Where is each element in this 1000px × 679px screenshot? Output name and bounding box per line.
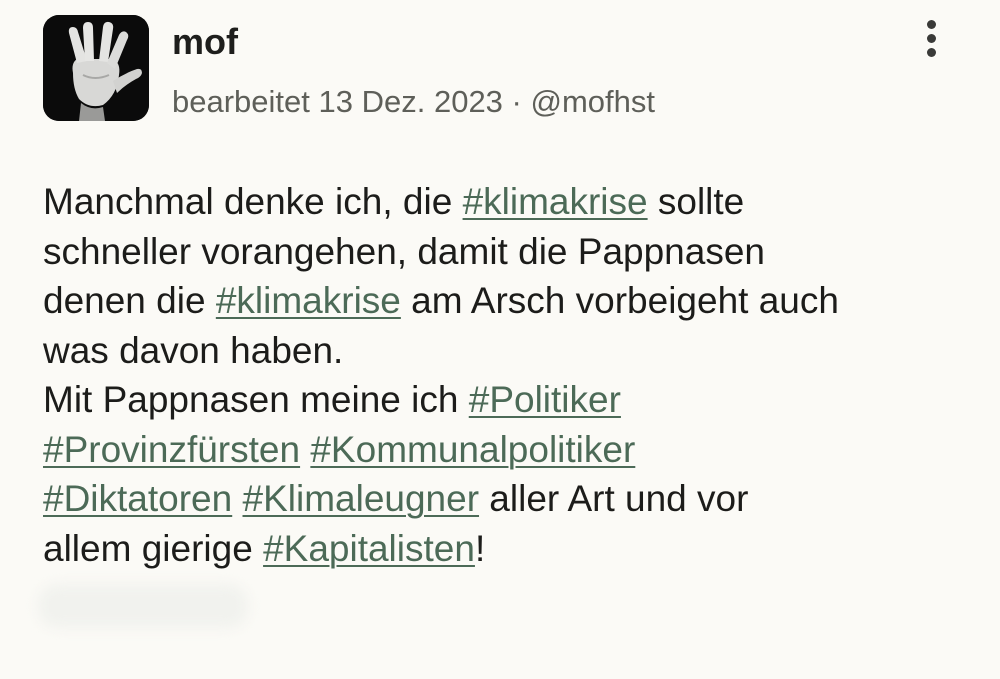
text-segment: sollte [647, 181, 745, 222]
content-line: schneller vorangehen, damit die Pappnase… [43, 230, 765, 272]
hashtag-link[interactable]: #Diktatoren [43, 478, 232, 519]
more-vertical-icon-dot [927, 34, 936, 43]
content-line: allem gierige #Kapitalisten! [43, 524, 973, 574]
text-segment: am Arsch vorbeigeht auch [400, 280, 839, 321]
post-card: mof bearbeitet 13 Dez. 2023 · @mofhst Ma… [0, 0, 1000, 679]
more-vertical-icon [927, 20, 936, 29]
post-meta: bearbeitet 13 Dez. 2023 · @mofhst [172, 82, 655, 122]
raised-hand-icon [43, 15, 149, 121]
post-content: Manchmal denke ich, die #klimakrise soll… [43, 177, 973, 573]
hashtag-link[interactable]: #klimakrise [216, 280, 401, 321]
meta-separator: · [502, 84, 531, 119]
text-segment: denen die [43, 280, 216, 321]
content-line: #Diktatoren #Klimaleugner aller Art und … [43, 474, 973, 524]
content-line: #Provinzfürsten #Kommunalpolitiker [43, 425, 973, 475]
post-date[interactable]: 13 Dez. 2023 [319, 84, 503, 119]
content-line: Mit Pappnasen meine ich #Politiker [43, 375, 973, 425]
content-line: denen die #klimakrise am Arsch vorbeigeh… [43, 276, 973, 326]
hashtag-link[interactable]: #Politiker [469, 379, 621, 420]
content-line: was davon haben. [43, 329, 344, 371]
author-display-name[interactable]: mof [172, 20, 238, 64]
text-segment: ! [474, 527, 486, 569]
more-vertical-icon-dot [927, 48, 936, 57]
text-segment: allem gierige [43, 527, 264, 569]
author-handle[interactable]: @mofhst [531, 84, 656, 119]
hashtag-link[interactable]: #klimakrise [463, 181, 648, 222]
blurred-region [38, 584, 248, 628]
hashtag-link[interactable]: #Klimaleugner [243, 478, 480, 519]
more-options-button[interactable] [914, 14, 950, 62]
content-line: Manchmal denke ich, die #klimakrise soll… [43, 177, 973, 227]
avatar[interactable] [43, 15, 149, 121]
text-segment: aller Art und vor [479, 478, 749, 519]
edited-label: bearbeitet [172, 84, 310, 119]
hashtag-link[interactable]: #Provinzfürsten [43, 429, 300, 470]
text-segment: Manchmal denke ich, die [43, 181, 463, 222]
hashtag-link[interactable]: #Kommunalpolitiker [310, 429, 635, 470]
text-segment: Mit Pappnasen meine ich [43, 379, 469, 420]
hashtag-link[interactable]: #Kapitalisten [263, 528, 475, 569]
